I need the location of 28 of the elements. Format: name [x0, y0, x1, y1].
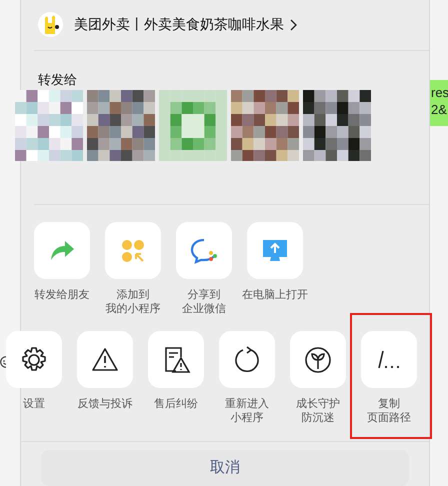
mini-program-title[interactable]: 美团外卖丨外卖美食奶茶咖啡水果	[74, 14, 284, 36]
logo-icon	[38, 12, 63, 38]
action-tile[interactable]	[6, 331, 62, 388]
chevron-right-icon[interactable]	[290, 18, 298, 31]
action-label: 在电脑上打开	[242, 288, 308, 302]
action-label: 重新进入 小程序	[225, 397, 269, 426]
action-label: 反馈与投诉	[78, 397, 132, 412]
action-tile[interactable]	[176, 222, 232, 280]
action-tile[interactable]	[148, 331, 204, 388]
action-label: 复制 页面路径	[367, 397, 411, 426]
action-tile[interactable]	[34, 222, 90, 280]
cancel-button[interactable]: 取消	[41, 450, 409, 486]
action-tile[interactable]	[361, 331, 417, 388]
section-label: 转发给	[38, 72, 78, 88]
action-tile[interactable]	[77, 331, 133, 388]
action-tile[interactable]	[290, 331, 346, 388]
action-label: 转发给朋友	[34, 288, 90, 302]
action-tile[interactable]	[247, 222, 303, 280]
action-label: 分享到 企业微信	[182, 288, 226, 316]
reload-icon	[232, 344, 262, 375]
action-label: 成长守护 防沉迷	[296, 397, 340, 426]
action-tile[interactable]	[105, 222, 161, 280]
action-label: 设置	[23, 397, 45, 412]
sprout-icon	[303, 344, 333, 375]
action-label: 售后纠纷	[154, 397, 198, 412]
action-label: 添加到 我的小程序	[106, 288, 160, 316]
message-text: 2&	[431, 101, 448, 118]
action-tile[interactable]	[219, 331, 275, 388]
